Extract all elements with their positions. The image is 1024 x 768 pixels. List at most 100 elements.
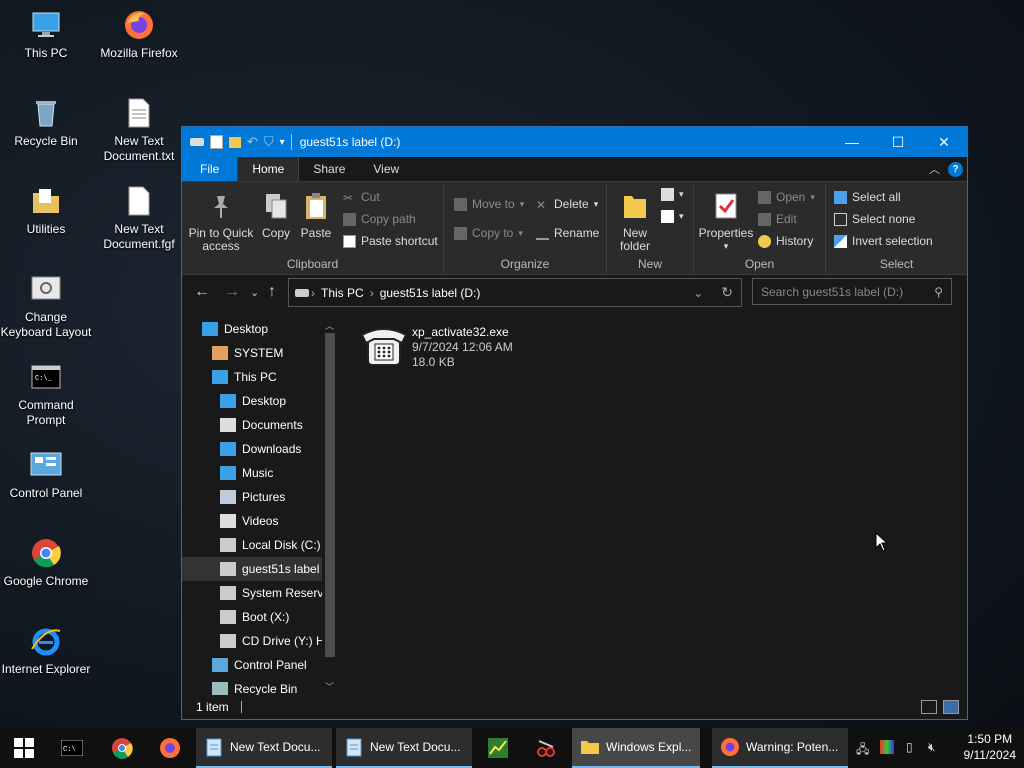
open-button[interactable]: Open ▾ <box>758 190 815 204</box>
taskbar-chrome[interactable] <box>102 728 142 768</box>
start-button[interactable] <box>0 728 48 768</box>
breadcrumb-this-pc[interactable]: This PC <box>321 286 364 300</box>
move-to-icon <box>454 197 467 211</box>
tab-share[interactable]: Share <box>299 157 359 181</box>
title-bar[interactable]: ↶ ⛉ ▾ guest51s label (D:) ― ☐ ✕ <box>182 127 967 157</box>
item-count: 1 item <box>196 700 229 714</box>
rename-button[interactable]: Rename <box>536 226 599 240</box>
back-icon[interactable]: ← <box>194 283 210 301</box>
history-button[interactable]: History <box>758 234 813 248</box>
paste-button[interactable]: Paste <box>298 192 334 240</box>
nav-item[interactable]: System Reserve <box>182 581 324 605</box>
nav-item[interactable]: Recycle Bin <box>182 677 324 695</box>
recent-chevron-icon[interactable]: ⌄ <box>250 286 259 299</box>
desktop-icon-recycle-bin[interactable]: Recycle Bin <box>0 96 92 149</box>
network-icon[interactable]: 🖧 <box>856 740 869 761</box>
nav-item[interactable]: Boot (X:) <box>182 605 324 629</box>
desktop-icon-text-doc[interactable]: New Text Document.txt <box>93 96 185 164</box>
maximize-button[interactable]: ☐ <box>875 127 921 157</box>
taskbar-snipping-tool[interactable] <box>526 728 566 768</box>
close-button[interactable]: ✕ <box>921 127 967 157</box>
copy-button[interactable]: Copy <box>258 192 294 240</box>
move-to-button[interactable]: Move to ▾ <box>454 197 524 211</box>
nav-item[interactable]: Desktop <box>182 317 324 341</box>
taskbar-task-firefox[interactable]: Warning: Poten... <box>712 728 848 768</box>
desktop-icon-firefox[interactable]: Mozilla Firefox <box>93 8 185 61</box>
taskbar-task-notepad-1[interactable]: New Text Docu... <box>196 728 332 768</box>
address-bar[interactable]: › This PC › guest51s label (D:) ⌄ ↻ <box>288 278 742 307</box>
tab-view[interactable]: View <box>359 157 413 181</box>
paste-icon <box>306 193 326 219</box>
delete-label: Delete <box>554 197 589 211</box>
volume-muted-icon[interactable]: 🔇︎ <box>928 740 936 755</box>
chevron-right-icon[interactable]: › <box>311 286 315 300</box>
file-item[interactable]: xp_activate32.exe 9/7/2024 12:06 AM 18.0… <box>360 325 513 370</box>
help-icon[interactable]: ? <box>948 161 963 177</box>
copy-path-button[interactable]: Copy path <box>343 212 416 226</box>
easy-access-button[interactable]: ▾ <box>661 210 684 223</box>
desktop-icon-this-pc[interactable]: This PC <box>0 8 92 61</box>
refresh-icon[interactable]: ↻ <box>721 284 733 301</box>
nav-item[interactable]: Control Panel <box>182 653 324 677</box>
edit-button[interactable]: Edit <box>758 212 797 226</box>
chevron-down-icon[interactable]: ▾ <box>280 137 285 148</box>
address-dropdown-icon[interactable]: ⌄ <box>693 286 703 300</box>
desktop-icon-keyboard-layout[interactable]: Change Keyboard Layout <box>0 272 92 340</box>
paste-shortcut-button[interactable]: Paste shortcut <box>343 234 438 248</box>
minimize-button[interactable]: ― <box>829 127 875 157</box>
nav-item[interactable]: Music <box>182 461 324 485</box>
taskbar-firefox[interactable] <box>150 728 190 768</box>
collapse-ribbon-icon[interactable]: ︿ <box>929 161 940 177</box>
details-view-icon[interactable] <box>921 700 937 714</box>
scroll-up-icon[interactable]: ︿ <box>325 319 334 332</box>
up-icon[interactable]: ↑ <box>268 283 276 301</box>
cut-button[interactable]: ✂ Cut <box>343 190 380 205</box>
nav-item[interactable]: CD Drive (Y:) H <box>182 629 324 653</box>
new-folder-button[interactable]: New folder <box>613 192 657 253</box>
nav-scrollbar[interactable]: ︿ ﹀ <box>322 319 338 695</box>
copy-to-button[interactable]: Copy to ▾ <box>454 226 523 240</box>
desktop-icon-chrome[interactable]: Google Chrome <box>0 536 92 589</box>
redo-icon[interactable]: ⛉ <box>264 134 274 150</box>
usb-icon[interactable]: ▯ <box>906 740 913 754</box>
nav-item[interactable]: Desktop <box>182 389 324 413</box>
select-none-button[interactable]: Select none <box>834 212 915 226</box>
pin-quick-access-button[interactable]: Pin to Quick access <box>188 192 254 253</box>
scrollbar-thumb[interactable] <box>325 333 335 657</box>
search-box[interactable]: Search guest51s label (D:) ⚲ <box>752 278 952 305</box>
nav-item[interactable]: guest51s label <box>182 557 324 581</box>
nav-item[interactable]: This PC <box>182 365 324 389</box>
desktop-icon-ie[interactable]: Internet Explorer <box>0 624 92 677</box>
tab-file[interactable]: File <box>182 157 238 181</box>
nav-item[interactable]: Downloads <box>182 437 324 461</box>
nav-item[interactable]: Pictures <box>182 485 324 509</box>
nav-item[interactable]: Documents <box>182 413 324 437</box>
new-folder-qa-icon[interactable] <box>229 136 241 148</box>
nav-item[interactable]: Local Disk (C:) <box>182 533 324 557</box>
color-icon[interactable] <box>880 740 894 754</box>
invert-selection-button[interactable]: Invert selection <box>834 234 933 248</box>
desktop-icon-cmd[interactable]: C:\_ Command Prompt <box>0 360 92 428</box>
new-item-button[interactable]: ▾ <box>661 188 684 201</box>
select-all-button[interactable]: Select all <box>834 190 901 204</box>
scroll-down-icon[interactable]: ﹀ <box>325 680 334 693</box>
breadcrumb-drive[interactable]: guest51s label (D:) <box>380 286 481 300</box>
desktop-icon-utilities[interactable]: Utilities <box>0 184 92 237</box>
properties-qa-icon[interactable] <box>210 135 223 149</box>
desktop-icon-control-panel[interactable]: Control Panel <box>0 448 92 501</box>
chevron-right-icon[interactable]: › <box>370 286 374 300</box>
forward-icon[interactable]: → <box>224 283 240 301</box>
properties-button[interactable]: Properties ▾ <box>698 192 754 253</box>
taskbar-cmd[interactable]: C:\ <box>52 728 92 768</box>
desktop-icon-text-doc-fgf[interactable]: New Text Document.fgf <box>93 184 185 252</box>
nav-item[interactable]: SYSTEM <box>182 341 324 365</box>
undo-icon[interactable]: ↶ <box>247 134 258 150</box>
large-icons-view-icon[interactable] <box>943 700 959 714</box>
tab-home[interactable]: Home <box>237 157 300 181</box>
clock[interactable]: 1:50 PM 9/11/2024 <box>964 731 1017 763</box>
taskbar-task-notepad-2[interactable]: New Text Docu... <box>336 728 472 768</box>
taskbar-task-explorer[interactable]: Windows Expl... <box>572 728 700 768</box>
taskbar-task-manager[interactable] <box>478 728 518 768</box>
delete-button[interactable]: ✕ Delete ▾ <box>536 197 598 212</box>
nav-item[interactable]: Videos <box>182 509 324 533</box>
